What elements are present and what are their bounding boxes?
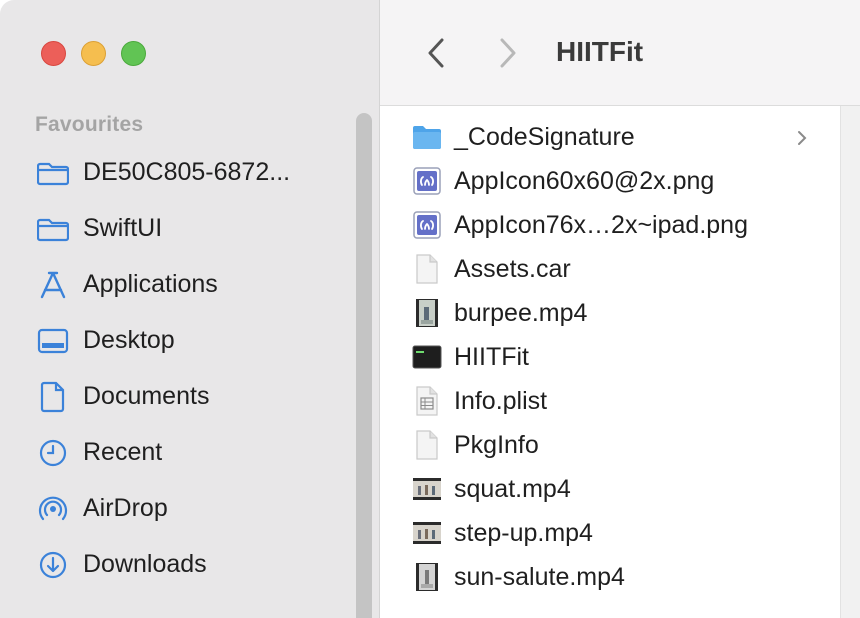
list-item[interactable]: Info.plist [380, 380, 840, 424]
file-name: sun-salute.mp4 [454, 563, 625, 591]
list-item[interactable]: burpee.mp4 [380, 292, 840, 336]
sidebar-item-recent[interactable]: Recent [0, 425, 352, 481]
file-name: HIITFit [454, 343, 529, 371]
window-title: HIITFit [556, 36, 644, 67]
sidebar-item-label: Desktop [83, 326, 175, 354]
image-icon [412, 210, 442, 240]
file-name: PkgInfo [454, 431, 539, 459]
video-icon [412, 562, 442, 592]
clock-icon [36, 437, 70, 469]
file-name: AppIcon60x60@2x.png [454, 167, 715, 195]
folder-icon [36, 157, 70, 189]
list-item[interactable]: step-up.mp4 [380, 512, 840, 556]
sidebar-item-downloads[interactable]: Downloads [0, 537, 352, 593]
executable-icon [412, 342, 442, 372]
blank-file-icon [412, 254, 442, 284]
sidebar-item-label: Documents [83, 382, 210, 410]
file-name: step-up.mp4 [454, 519, 593, 547]
sidebar: Favourites DE50C805-6872... SwiftUI Appl… [0, 0, 379, 618]
sidebar-section-title: Favourites [35, 113, 144, 136]
document-icon [36, 381, 70, 413]
sidebar-item-label: Applications [83, 270, 218, 298]
list-item[interactable]: AppIcon76x…2x~ipad.png [380, 204, 840, 248]
zoom-window-button[interactable] [121, 41, 146, 66]
applications-icon [36, 269, 70, 301]
video-icon [412, 298, 442, 328]
chevron-left-icon [428, 38, 444, 68]
content-scroll-track [840, 106, 860, 618]
download-icon [36, 549, 70, 581]
sidebar-item-airdrop[interactable]: AirDrop [0, 481, 352, 537]
back-button[interactable] [420, 34, 452, 72]
video-icon [412, 518, 442, 548]
forward-button[interactable] [492, 34, 524, 72]
list-item[interactable]: sun-salute.mp4 [380, 556, 840, 600]
file-name: Info.plist [454, 387, 548, 415]
close-window-button[interactable] [41, 41, 66, 66]
sidebar-item-label: SwiftUI [83, 214, 163, 242]
list-item[interactable]: squat.mp4 [380, 468, 840, 512]
blank-file-icon [412, 430, 442, 460]
list-item[interactable]: HIITFit [380, 336, 840, 380]
list-item[interactable]: _CodeSignature [380, 116, 840, 160]
sidebar-item-label: AirDrop [83, 494, 168, 522]
sidebar-item-swiftui[interactable]: SwiftUI [0, 201, 352, 257]
sidebar-item-label: Recent [83, 438, 163, 466]
file-name: burpee.mp4 [454, 299, 588, 327]
folder-icon [412, 122, 442, 152]
image-icon [412, 166, 442, 196]
sidebar-item-applications[interactable]: Applications [0, 257, 352, 313]
file-name: _CodeSignature [454, 123, 635, 151]
sidebar-item-documents[interactable]: Documents [0, 369, 352, 425]
list-item[interactable]: Assets.car [380, 248, 840, 292]
sidebar-item-label: DE50C805-6872... [83, 158, 291, 186]
toolbar: HIITFit [380, 0, 860, 106]
sidebar-scrollbar[interactable] [356, 113, 372, 618]
sidebar-item-desktop[interactable]: Desktop [0, 313, 352, 369]
desktop-icon [36, 325, 70, 357]
sidebar-favourites-list: DE50C805-6872... SwiftUI Applications De… [0, 145, 352, 593]
chevron-right-icon [500, 38, 516, 68]
file-name: Assets.car [454, 255, 571, 283]
video-icon [412, 474, 442, 504]
list-item[interactable]: AppIcon60x60@2x.png [380, 160, 840, 204]
list-item[interactable]: PkgInfo [380, 424, 840, 468]
chevron-right-icon[interactable] [794, 126, 810, 150]
file-name: AppIcon76x…2x~ipad.png [454, 211, 748, 239]
sidebar-item-label: Downloads [83, 550, 207, 578]
file-list: _CodeSignature AppIcon60x60@2x.png AppIc… [380, 106, 840, 600]
plist-icon [412, 386, 442, 416]
file-name: squat.mp4 [454, 475, 571, 503]
minimize-window-button[interactable] [81, 41, 106, 66]
sidebar-item-de50c805[interactable]: DE50C805-6872... [0, 145, 352, 201]
folder-icon [36, 213, 70, 245]
airdrop-icon [36, 493, 70, 525]
